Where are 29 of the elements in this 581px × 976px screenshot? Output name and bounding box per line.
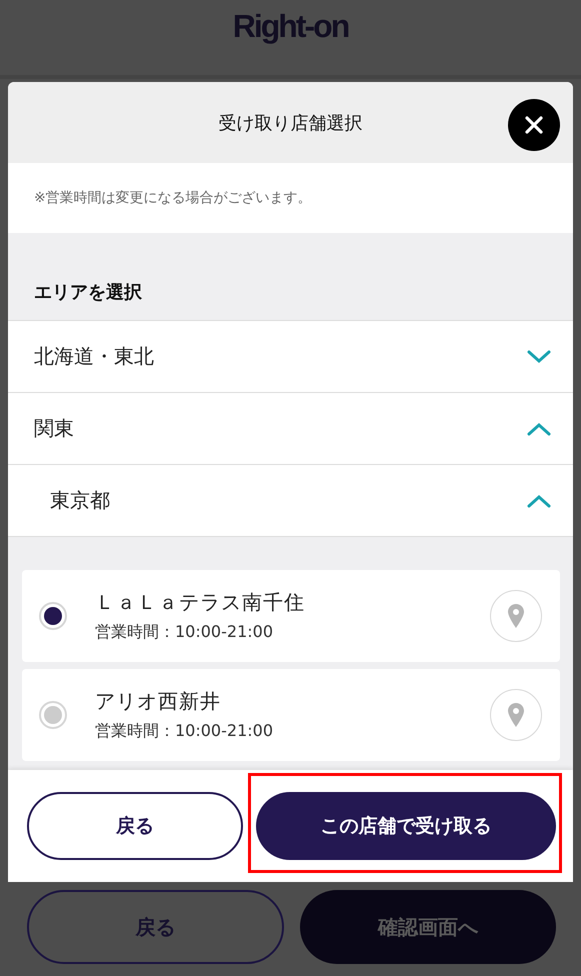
area-name: 関東 bbox=[34, 415, 74, 442]
radio-button[interactable] bbox=[39, 701, 67, 729]
close-button[interactable] bbox=[508, 99, 560, 151]
area-name: 北海道・東北 bbox=[34, 343, 154, 370]
map-pin-icon bbox=[508, 604, 524, 628]
area-row[interactable]: 北海道・東北 bbox=[8, 320, 573, 392]
notice-text: ※営業時間は変更になる場合がございます。 bbox=[34, 189, 312, 207]
map-pin-button[interactable] bbox=[490, 689, 542, 741]
brand-logo: Right-on bbox=[232, 8, 348, 45]
chevron-up-icon bbox=[527, 494, 551, 508]
map-pin-icon bbox=[508, 703, 524, 727]
store-name: ＬａＬａテラス南千住 bbox=[95, 589, 306, 616]
store-card[interactable]: アリオ西新井 営業時間：10:00-21:00 bbox=[22, 669, 560, 761]
area-row[interactable]: 関東 bbox=[8, 392, 573, 464]
store-hours: 営業時間：10:00-21:00 bbox=[95, 622, 274, 643]
pickup-button[interactable]: この店舗で受け取る bbox=[256, 792, 556, 860]
section-heading: エリアを選択 bbox=[34, 281, 142, 304]
area-name: 東京都 bbox=[50, 487, 110, 514]
radio-button[interactable] bbox=[39, 602, 67, 630]
store-name: アリオ西新井 bbox=[95, 688, 222, 715]
store-card[interactable]: ＬａＬａテラス南千住 営業時間：10:00-21:00 bbox=[22, 570, 560, 662]
dialog-title: 受け取り店舗選択 bbox=[218, 112, 362, 134]
back-button[interactable]: 戻る bbox=[27, 792, 243, 860]
area-row[interactable]: 東京都 bbox=[8, 464, 573, 536]
close-icon bbox=[524, 115, 544, 135]
chevron-up-icon bbox=[527, 422, 551, 436]
map-pin-button[interactable] bbox=[490, 590, 542, 642]
chevron-down-icon bbox=[527, 350, 551, 364]
store-hours: 営業時間：10:00-21:00 bbox=[95, 721, 274, 742]
